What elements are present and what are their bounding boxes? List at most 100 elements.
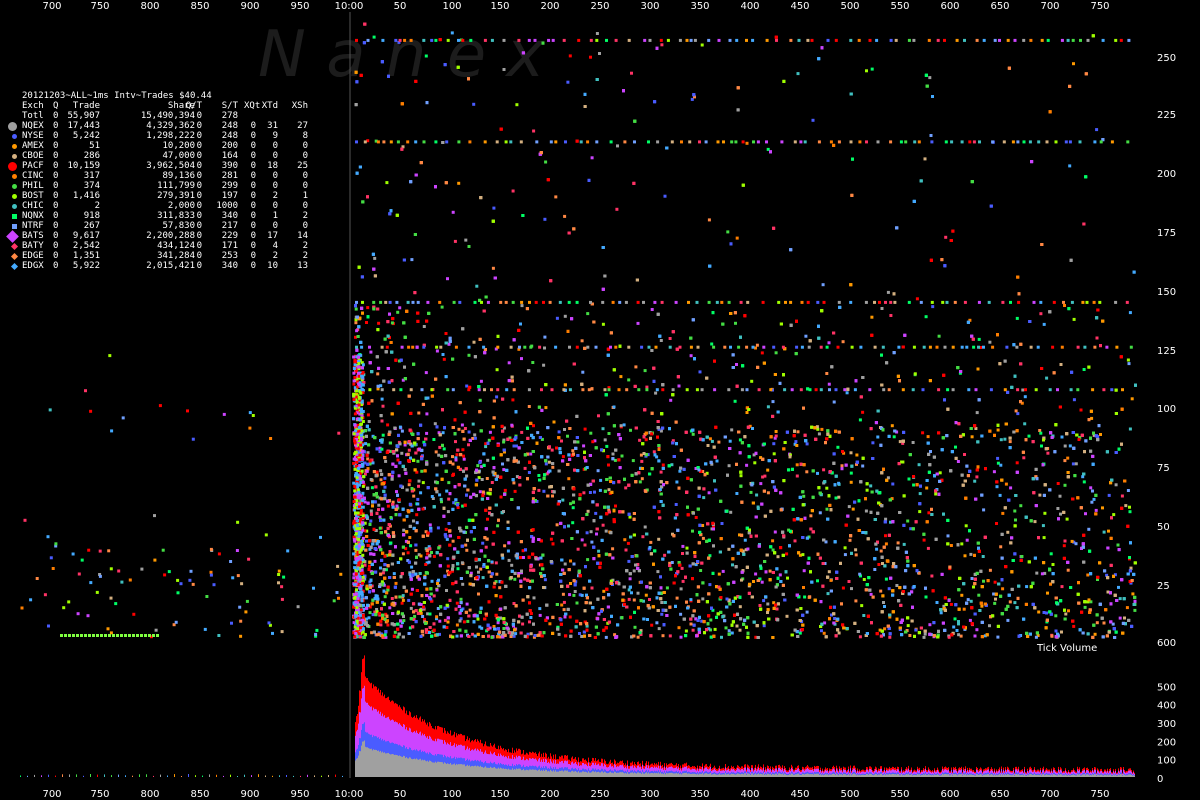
trade-point xyxy=(432,554,436,558)
trade-point xyxy=(406,551,410,555)
trade-point xyxy=(755,493,759,497)
x-tick-label-bottom: 150 xyxy=(490,789,509,800)
trade-point xyxy=(152,634,155,637)
trade-point xyxy=(465,474,469,478)
trade-point xyxy=(109,631,113,635)
trade-point xyxy=(355,329,359,333)
trade-point xyxy=(657,537,661,541)
watermark: N a n e x xyxy=(258,18,545,92)
trade-point xyxy=(117,569,121,573)
trade-point xyxy=(543,217,547,221)
trade-point xyxy=(455,601,459,605)
x-tick-label-top: 10:00 xyxy=(335,1,364,12)
trade-point xyxy=(623,538,627,542)
x-tick-label-top: 700 xyxy=(1040,1,1059,12)
trade-point xyxy=(236,574,240,578)
trade-point xyxy=(144,634,147,637)
trade-point xyxy=(476,464,480,468)
trade-point xyxy=(822,468,826,472)
trade-point xyxy=(520,304,524,308)
trade-point xyxy=(444,527,448,531)
trade-point xyxy=(1074,462,1078,466)
trade-point xyxy=(1051,563,1055,566)
trade-point xyxy=(551,494,554,498)
trade-point xyxy=(921,431,925,435)
trade-point xyxy=(468,608,472,612)
trade-point xyxy=(236,520,240,524)
trade-point xyxy=(928,623,932,627)
trade-point xyxy=(571,521,575,525)
y-tick-label: 150 xyxy=(1157,287,1176,298)
trade-point xyxy=(685,546,689,550)
trade-point xyxy=(396,310,400,314)
trade-point xyxy=(659,470,663,474)
trade-point xyxy=(20,606,24,610)
trade-point xyxy=(447,342,451,346)
trade-point xyxy=(62,606,66,610)
trade-point xyxy=(544,160,548,164)
trade-point xyxy=(383,595,387,599)
trade-point xyxy=(370,631,374,635)
trade-point xyxy=(825,486,829,490)
trade-point xyxy=(766,602,770,606)
trade-point xyxy=(430,579,434,583)
trade-point xyxy=(557,430,561,434)
trade-point xyxy=(477,570,480,574)
trade-point xyxy=(886,290,890,294)
trade-point xyxy=(636,635,640,639)
trade-point xyxy=(730,428,734,432)
trade-point xyxy=(551,465,555,469)
trade-point xyxy=(601,523,605,527)
trade-point xyxy=(1099,433,1102,436)
trade-point xyxy=(906,519,910,523)
trade-point xyxy=(599,478,603,482)
trade-point xyxy=(836,445,840,449)
trade-point xyxy=(962,607,966,611)
trade-point xyxy=(1068,164,1072,168)
trade-point xyxy=(1102,530,1106,534)
trade-point xyxy=(379,469,383,473)
trade-point xyxy=(778,573,782,577)
x-tick-label-bottom: 300 xyxy=(640,789,659,800)
trade-point xyxy=(489,574,493,578)
trade-point xyxy=(670,561,674,564)
trade-point xyxy=(735,624,739,628)
trade-point xyxy=(710,439,714,443)
trade-point xyxy=(876,435,880,439)
trade-point xyxy=(407,598,411,602)
trade-point xyxy=(112,634,115,637)
trade-point xyxy=(706,444,710,447)
trade-point xyxy=(702,496,706,500)
trade-point xyxy=(86,614,90,618)
trade-point xyxy=(731,563,734,567)
trade-point xyxy=(493,581,497,585)
trade-point xyxy=(48,408,52,412)
trade-point xyxy=(668,337,672,340)
trade-point xyxy=(392,572,396,576)
trade-point xyxy=(413,614,417,618)
trade-point xyxy=(590,586,594,590)
trade-point xyxy=(689,622,693,626)
x-tick-label-top: 50 xyxy=(394,1,407,12)
trade-point xyxy=(104,634,107,637)
trade-point xyxy=(373,256,377,260)
trade-point xyxy=(746,547,750,551)
trade-point xyxy=(124,634,127,637)
trade-point xyxy=(619,375,623,379)
trade-point xyxy=(809,514,813,518)
x-tick-label-top: 350 xyxy=(690,1,709,12)
trade-point xyxy=(247,557,251,561)
trade-point xyxy=(851,507,855,511)
trade-point xyxy=(451,455,454,459)
trade-point xyxy=(128,634,131,637)
trade-point xyxy=(660,43,664,47)
trade-point xyxy=(981,555,985,558)
trade-point xyxy=(354,335,357,339)
trade-point xyxy=(721,569,725,573)
trade-point xyxy=(1126,489,1130,492)
trade-point xyxy=(555,446,558,450)
y-tick-label: 50 xyxy=(1157,522,1170,533)
trade-point xyxy=(420,469,424,473)
trade-point xyxy=(822,631,826,635)
trade-point xyxy=(1008,440,1012,444)
